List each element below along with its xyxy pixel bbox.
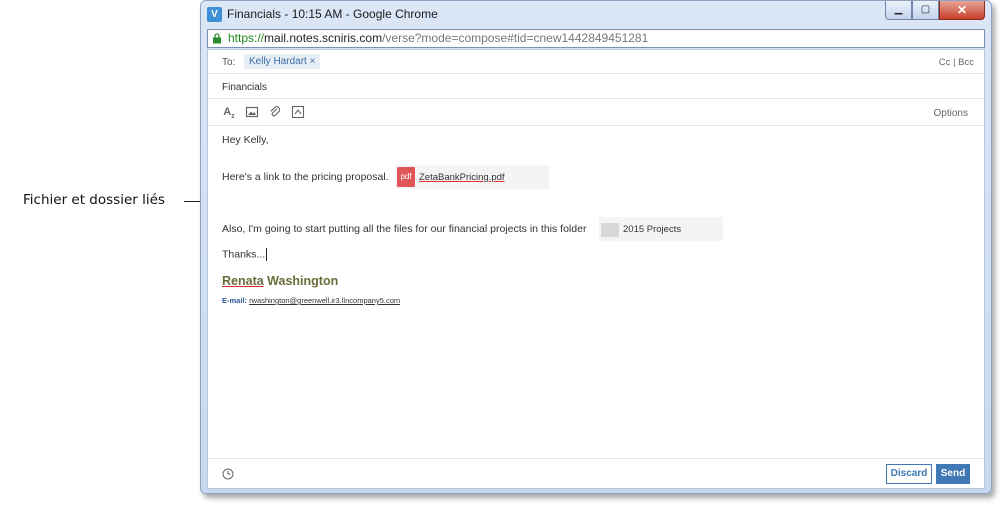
lock-icon [213,33,221,44]
url-path: /verse?mode=compose#tid=cnew144284945128… [382,31,649,45]
signature-email-label: E-mail: [222,296,248,305]
folder-line-text[interactable]: Also, I'm going to start putting all the… [222,223,586,235]
verse-app-icon: V [207,7,222,22]
clock-icon[interactable] [222,468,234,480]
compose-footer: Discard Send [208,458,984,488]
subject-row[interactable]: Financials [208,74,984,99]
send-button[interactable]: Send [936,464,970,484]
url-scheme: https:// [228,31,265,45]
to-row: To: Kelly Hardart × Cc | Bcc [208,50,984,74]
linked-file-attachment[interactable]: pdf ZetaBankPricing.pdf [395,165,549,189]
insert-image-icon[interactable] [245,105,259,119]
signature-last-name: Washington [267,274,339,288]
closing-text[interactable]: Thanks... [222,248,268,261]
signature-email-line: E-mail: rwashington@greenwell.ir3.llncom… [222,296,400,305]
closing-words: Thanks... [222,248,266,261]
insert-link-icon[interactable] [291,105,305,119]
pricing-line-text[interactable]: Here's a link to the pricing proposal. [222,171,389,183]
linked-folder-name[interactable]: 2015 Projects [623,224,681,235]
maximize-button[interactable]: ▢ [912,1,939,20]
linked-file-name[interactable]: ZetaBankPricing.pdf [419,172,505,183]
pdf-file-icon: pdf [397,167,415,187]
title-bar[interactable]: V Financials - 10:15 AM - Google Chrome … [201,1,991,29]
window-title: Financials - 10:15 AM - Google Chrome [227,7,438,21]
address-bar[interactable]: https://mail.notes.scniris.com/verse?mod… [207,29,985,48]
folder-icon [601,223,619,237]
options-link[interactable]: Options [934,108,968,119]
signature-email-link[interactable]: rwashington@greenwell.ir3.llncompany5.co… [249,296,400,305]
text-format-icon[interactable]: Az [222,105,236,120]
callout-label: Fichier et dossier liés [23,192,165,208]
window-controls: ▁ ▢ ✕ [885,1,985,21]
recipient-name: Kelly Hardart [249,56,307,67]
attachment-icon[interactable] [268,105,282,119]
greeting-text[interactable]: Hey Kelly, [222,134,269,146]
close-button[interactable]: ✕ [939,1,985,20]
text-cursor [266,248,268,261]
formatting-toolbar: Az Options [208,99,984,126]
discard-button[interactable]: Discard [886,464,932,484]
remove-recipient-icon[interactable]: × [310,56,316,67]
signature-first-name: Renata [222,274,264,288]
signature-name: Renata Washington [222,274,338,288]
minimize-button[interactable]: ▁ [885,1,912,20]
to-label: To: [222,57,236,68]
compose-pane: To: Kelly Hardart × Cc | Bcc Financials … [207,49,985,489]
url-host: mail.notes.scniris.com [264,31,383,45]
subject-field[interactable]: Financials [222,82,267,93]
browser-window: V Financials - 10:15 AM - Google Chrome … [200,0,992,494]
linked-folder-attachment[interactable]: 2015 Projects [599,217,723,241]
cc-bcc-link[interactable]: Cc | Bcc [939,57,974,68]
recipient-chip[interactable]: Kelly Hardart × [244,54,321,69]
